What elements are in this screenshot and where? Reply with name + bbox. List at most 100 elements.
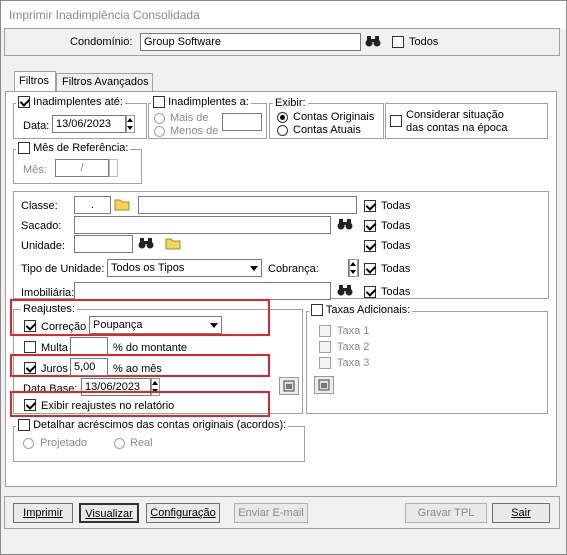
taxa3-checkbox[interactable]: [319, 357, 331, 369]
unidade-label: Unidade:: [21, 240, 66, 252]
mais-de-radio[interactable]: [154, 113, 165, 124]
binoculars-icon: [365, 36, 381, 47]
tab-filtros-avancados[interactable]: Filtros Avançados: [56, 73, 153, 92]
exibir-label: Exibir:: [273, 97, 308, 109]
inad-ate-label: Inadimplentes até:: [33, 96, 123, 108]
date-spinner[interactable]: [126, 115, 135, 133]
considerar-line1: Considerar situação: [406, 109, 504, 121]
classe-folder-button[interactable]: [113, 196, 133, 214]
correcao-label: Correção: [41, 321, 87, 333]
mes-ref-checkbox[interactable]: [18, 142, 30, 155]
sacado-label: Sacado:: [21, 220, 62, 232]
multa-label: Multa: [41, 342, 68, 354]
visualizar-button[interactable]: Visualizar: [79, 503, 139, 523]
taxas-settings-button[interactable]: [314, 376, 334, 394]
considerar-line2: das contas na época: [406, 122, 508, 134]
cobranca-todas-checkbox[interactable]: [364, 263, 376, 275]
inad-a-days-input[interactable]: [222, 113, 262, 131]
reajustes-settings-button[interactable]: [279, 377, 299, 395]
spin-up-icon: [350, 262, 356, 266]
unidade-folder-button[interactable]: [164, 235, 184, 253]
sacado-input[interactable]: [74, 216, 331, 234]
taxa2-label: Taxa 2: [337, 341, 370, 353]
classe-todas-checkbox[interactable]: [364, 200, 376, 212]
real-radio[interactable]: [114, 438, 125, 449]
considerar-checkbox[interactable]: [390, 115, 402, 127]
spin-up-icon: [127, 118, 133, 122]
mes-input[interactable]: /: [55, 159, 109, 177]
tipo-unidade-select[interactable]: Todos os Tipos: [107, 259, 262, 277]
condominio-input[interactable]: Group Software: [140, 33, 361, 51]
multa-checkbox[interactable]: [24, 341, 36, 353]
contas-originais-radio[interactable]: [277, 112, 288, 123]
detalhar-checkbox[interactable]: [18, 419, 30, 432]
enviar-email-button[interactable]: Enviar E-mail: [234, 503, 308, 523]
inad-ate-checkbox[interactable]: [18, 96, 30, 109]
exibir-reajustes-checkbox[interactable]: [24, 399, 36, 411]
imprimir-button[interactable]: Imprimir: [13, 503, 73, 523]
inad-ate-date-input[interactable]: 13/06/2023: [52, 115, 126, 133]
unidade-todas-checkbox[interactable]: [364, 240, 376, 252]
tab-filtros[interactable]: Filtros: [14, 71, 56, 92]
inad-a-checkbox[interactable]: [153, 96, 165, 109]
real-label: Real: [130, 437, 153, 449]
taxa2-checkbox[interactable]: [319, 341, 331, 353]
juros-checkbox[interactable]: [24, 362, 36, 374]
mes-ref-label: Mês de Referência:: [33, 142, 129, 154]
taxa1-checkbox[interactable]: [319, 325, 331, 337]
juros-suffix: % ao mês: [113, 363, 162, 375]
taxas-label: Taxas Adicionais:: [325, 304, 411, 316]
juros-label: Juros: [41, 363, 68, 375]
classe-todas-label: Todas: [381, 200, 411, 212]
configuracao-button[interactable]: Configuração: [146, 503, 220, 523]
cobranca-spinner[interactable]: [349, 259, 358, 277]
imobiliaria-input[interactable]: [74, 282, 331, 300]
taxas-checkbox[interactable]: [311, 304, 323, 317]
juros-input[interactable]: 5,00: [70, 358, 108, 376]
config-icon: [283, 380, 295, 392]
menos-de-radio[interactable]: [154, 126, 165, 137]
binoculars-icon: [138, 238, 154, 249]
search-condominio-button[interactable]: [364, 33, 384, 51]
spin-down-icon: [350, 270, 356, 274]
gravar-tpl-button[interactable]: Gravar TPL: [405, 503, 487, 523]
mes-spinner[interactable]: [109, 159, 118, 177]
chevron-down-icon: [210, 323, 218, 328]
unidade-input[interactable]: [74, 235, 133, 253]
taxa3-label: Taxa 3: [337, 357, 370, 369]
window-title: Imprimir Inadimplência Consolidada: [9, 8, 200, 22]
inad-a-label: Inadimplentes a:: [168, 96, 249, 108]
sair-button[interactable]: Sair: [492, 503, 550, 523]
taxa1-label: Taxa 1: [337, 325, 370, 337]
binoculars-icon: [337, 285, 353, 296]
search-imobiliaria-button[interactable]: [336, 282, 356, 300]
spin-down-icon: [127, 126, 133, 130]
correcao-dropdown-button[interactable]: [207, 317, 221, 333]
search-sacado-button[interactable]: [336, 216, 356, 234]
contas-atuais-radio[interactable]: [277, 125, 288, 136]
correcao-select[interactable]: Poupança: [89, 316, 222, 334]
todos-label: Todos: [409, 36, 439, 48]
data-label: Data:: [23, 120, 50, 132]
todos-checkbox[interactable]: [392, 36, 404, 48]
mes-label: Mês:: [23, 164, 47, 176]
correcao-checkbox[interactable]: [24, 320, 36, 332]
config-icon: [318, 379, 330, 391]
classe-desc-input[interactable]: [138, 196, 357, 214]
multa-suffix: % do montante: [113, 342, 187, 354]
search-unidade-button[interactable]: [137, 235, 157, 253]
folder-icon: [165, 238, 181, 250]
classe-code-input[interactable]: .: [74, 196, 111, 214]
chevron-down-icon: [250, 266, 258, 271]
sacado-todas-label: Todas: [381, 220, 411, 232]
classe-label: Classe:: [21, 200, 58, 212]
imobiliaria-todas-checkbox[interactable]: [364, 286, 376, 298]
cobranca-todas-label: Todas: [381, 263, 411, 275]
tipo-dropdown-button[interactable]: [248, 260, 261, 276]
correcao-value: Poupança: [93, 319, 143, 331]
exibir-reajustes-label: Exibir reajustes no relatório: [41, 400, 175, 412]
projetado-radio[interactable]: [23, 438, 34, 449]
condominio-label: Condomínio:: [70, 36, 133, 48]
multa-input[interactable]: [70, 337, 108, 355]
sacado-todas-checkbox[interactable]: [364, 220, 376, 232]
